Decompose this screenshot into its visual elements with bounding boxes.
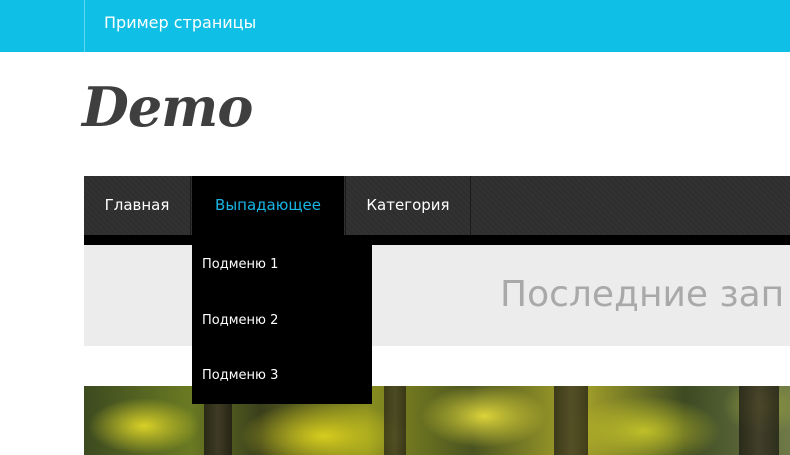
forest-image <box>84 386 790 455</box>
section-title: Последние зап <box>500 274 785 315</box>
top-bar: Пример страницы <box>0 0 790 52</box>
submenu-item-1[interactable]: Подменю 1 <box>202 256 278 274</box>
sample-page-link[interactable]: Пример страницы <box>104 13 256 33</box>
top-bar-divider <box>84 0 85 52</box>
submenu-item-2[interactable]: Подменю 2 <box>202 312 278 330</box>
tree-trunk <box>739 386 779 455</box>
tree-trunk <box>384 386 406 455</box>
nav-item-category[interactable]: Категория <box>345 176 471 235</box>
main-navigation: Главная Выпадающее Категория <box>84 176 790 245</box>
tree-trunk <box>554 386 588 455</box>
dropdown-submenu: Подменю 1 Подменю 2 Подменю 3 <box>192 245 372 404</box>
section-heading-band: Последние зап <box>84 245 790 346</box>
site-logo[interactable]: Demo <box>82 72 253 142</box>
nav-item-home[interactable]: Главная <box>84 176 191 235</box>
submenu-item-3[interactable]: Подменю 3 <box>202 367 278 385</box>
nav-item-dropdown[interactable]: Выпадающее <box>192 176 344 245</box>
